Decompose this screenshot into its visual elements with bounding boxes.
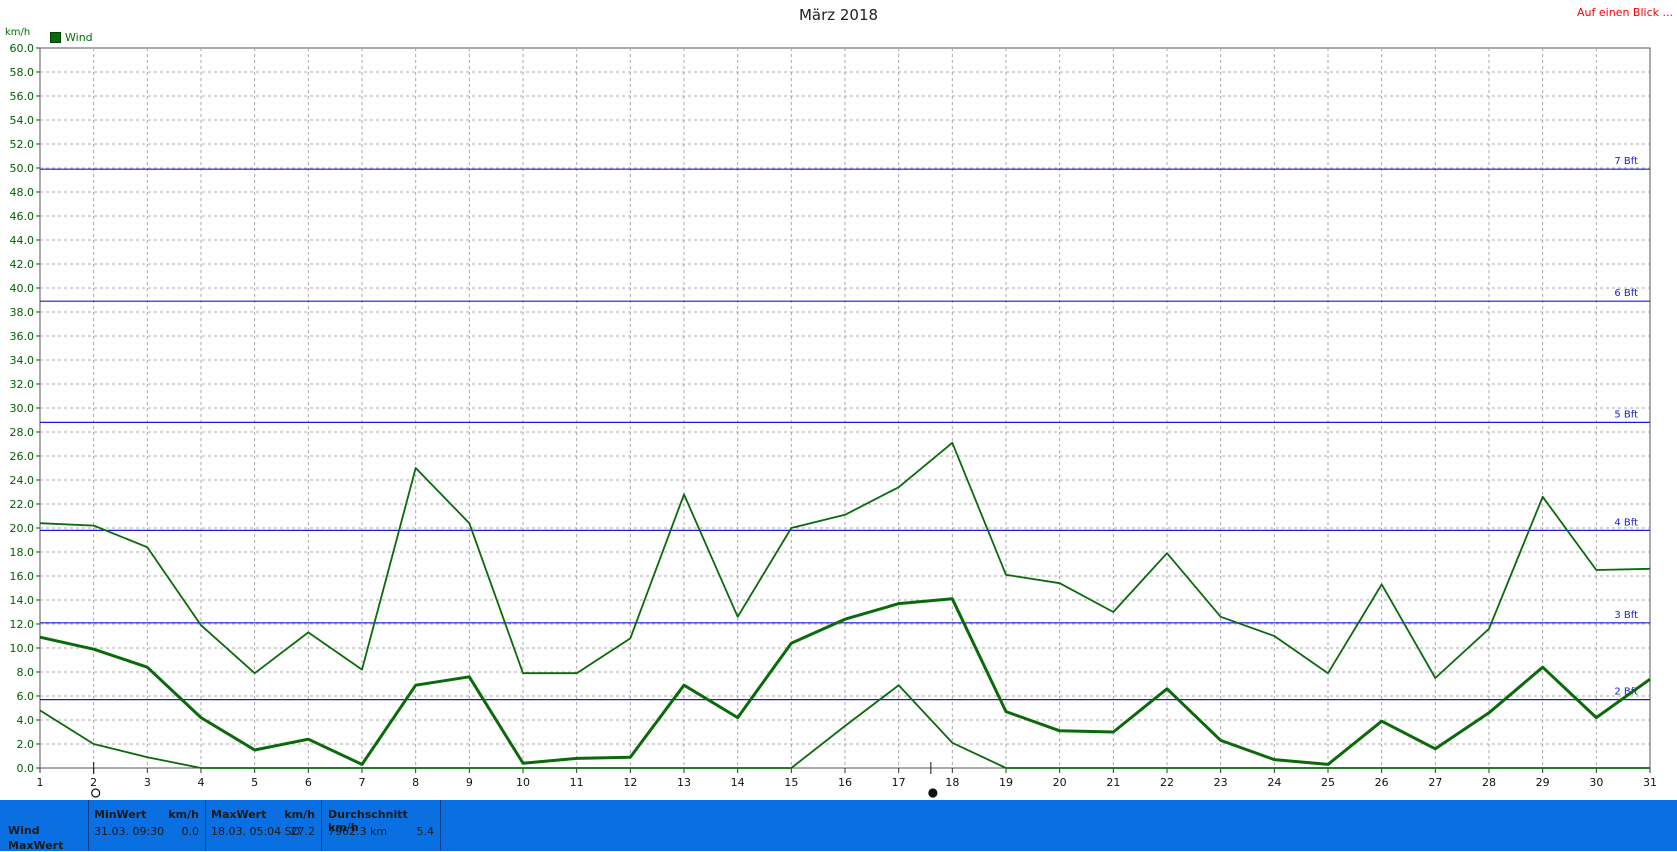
stats-min-unit: km/h bbox=[168, 808, 199, 821]
y-tick-label: 10.0 bbox=[10, 642, 35, 655]
beaufort-label: 4 Bft bbox=[1614, 517, 1638, 528]
x-tick-label: 7 bbox=[359, 776, 366, 789]
x-tick-label: 29 bbox=[1536, 776, 1550, 789]
y-tick-label: 40.0 bbox=[10, 282, 35, 295]
y-tick-label: 14.0 bbox=[10, 594, 35, 607]
stats-max-cell: MaxWert km/h 18.03. 05:04 SO 27.2 bbox=[205, 800, 322, 851]
min-marker-icon bbox=[91, 788, 101, 798]
y-tick-label: 30.0 bbox=[10, 402, 35, 415]
x-tick-label: 3 bbox=[144, 776, 151, 789]
y-tick-label: 34.0 bbox=[10, 354, 35, 367]
stats-row-label-maxwert: MaxWert bbox=[8, 839, 64, 852]
beaufort-label: 6 Bft bbox=[1614, 288, 1638, 299]
x-tick-label: 22 bbox=[1160, 776, 1174, 789]
x-tick-label: 11 bbox=[570, 776, 584, 789]
x-tick-label: 8 bbox=[412, 776, 419, 789]
x-tick-label: 10 bbox=[516, 776, 530, 789]
y-tick-label: 54.0 bbox=[10, 114, 35, 127]
x-tick-label: 6 bbox=[305, 776, 312, 789]
y-tick-label: 32.0 bbox=[10, 378, 35, 391]
y-unit-label: km/h bbox=[5, 27, 31, 38]
stats-min-time: 31.03. 09:30 bbox=[94, 825, 165, 838]
y-tick-label: 6.0 bbox=[17, 690, 35, 703]
x-tick-label: 21 bbox=[1106, 776, 1120, 789]
y-tick-label: 22.0 bbox=[10, 498, 35, 511]
beaufort-label: 7 Bft bbox=[1614, 156, 1638, 167]
x-tick-label: 1 bbox=[37, 776, 44, 789]
beaufort-label: 3 Bft bbox=[1614, 610, 1638, 621]
y-tick-label: 20.0 bbox=[10, 522, 35, 535]
x-tick-label: 25 bbox=[1321, 776, 1335, 789]
y-tick-label: 38.0 bbox=[10, 306, 35, 319]
x-tick-label: 5 bbox=[251, 776, 258, 789]
y-tick-label: 44.0 bbox=[10, 234, 35, 247]
x-tick-label: 28 bbox=[1482, 776, 1496, 789]
wind-chart: 0.0 2.0 4.0 6.0 8.0 10.0 12.0 14.0 16.0 18.0 20.0 2… bbox=[10, 42, 1657, 798]
y-tick-label: 24.0 bbox=[10, 474, 35, 487]
legend-swatch bbox=[50, 32, 61, 43]
y-tick-label: 46.0 bbox=[10, 210, 35, 223]
y-tick-label: 2.0 bbox=[17, 738, 35, 751]
stats-max-header: MaxWert bbox=[211, 808, 267, 821]
x-tick-label: 19 bbox=[999, 776, 1013, 789]
x-tick-label: 12 bbox=[623, 776, 637, 789]
stats-avg-cell: Durchschnitt km/h 7962.3 km 5.4 bbox=[322, 800, 441, 851]
overview-link[interactable]: Auf einen Blick ... bbox=[1577, 6, 1673, 19]
x-tick-label: 26 bbox=[1375, 776, 1389, 789]
x-tick-label: 30 bbox=[1589, 776, 1603, 789]
legend-label: Wind bbox=[65, 31, 93, 44]
y-tick-label: 52.0 bbox=[10, 138, 35, 151]
x-tick-label: 16 bbox=[838, 776, 852, 789]
stats-max-value: 27.2 bbox=[290, 825, 316, 838]
x-tick-label: 23 bbox=[1214, 776, 1228, 789]
stats-avg-value: 5.4 bbox=[416, 825, 435, 838]
x-tick-label: 13 bbox=[677, 776, 691, 789]
y-tick-label: 28.0 bbox=[10, 426, 35, 439]
y-tick-label: 16.0 bbox=[10, 570, 35, 583]
y-tick-label: 26.0 bbox=[10, 450, 35, 463]
y-tick-label: 18.0 bbox=[10, 546, 35, 559]
x-tick-label: 17 bbox=[892, 776, 906, 789]
x-tick-label: 14 bbox=[731, 776, 745, 789]
x-tick-label: 24 bbox=[1267, 776, 1281, 789]
y-tick-label: 50.0 bbox=[10, 162, 35, 175]
y-tick-label: 8.0 bbox=[17, 666, 35, 679]
x-tick-label: 15 bbox=[784, 776, 798, 789]
y-tick-label: 60.0 bbox=[10, 42, 35, 55]
stats-max-unit: km/h bbox=[284, 808, 315, 821]
x-tick-label: 31 bbox=[1643, 776, 1657, 789]
stats-max-time: 18.03. 05:04 SO bbox=[211, 825, 301, 838]
x-tick-label: 18 bbox=[945, 776, 959, 789]
y-tick-label: 0.0 bbox=[17, 762, 35, 775]
y-tick-label: 12.0 bbox=[10, 618, 35, 631]
beaufort-label: 5 Bft bbox=[1614, 409, 1638, 420]
x-tick-label: 20 bbox=[1053, 776, 1067, 789]
chart-title: März 2018 bbox=[798, 6, 879, 24]
y-tick-label: 56.0 bbox=[10, 90, 35, 103]
stats-min-header: MinWert bbox=[94, 808, 147, 821]
y-tick-label: 4.0 bbox=[17, 714, 35, 727]
x-tick-label: 27 bbox=[1428, 776, 1442, 789]
y-tick-label: 48.0 bbox=[10, 186, 35, 199]
stats-min-cell: MinWert km/h 31.03. 09:30 0.0 bbox=[88, 800, 206, 851]
stats-row-label-wind: Wind bbox=[8, 824, 40, 837]
x-tick-label: 9 bbox=[466, 776, 473, 789]
stats-avg-distance: 7962.3 km bbox=[328, 825, 388, 838]
y-tick-label: 58.0 bbox=[10, 66, 35, 79]
legend: Wind bbox=[50, 31, 93, 44]
y-tick-label: 36.0 bbox=[10, 330, 35, 343]
max-marker-icon bbox=[928, 788, 938, 798]
y-tick-label: 42.0 bbox=[10, 258, 35, 271]
x-tick-label: 2 bbox=[90, 776, 97, 789]
stats-panel: Wind MaxWert MinWert km/h 31.03. 09:30 0… bbox=[0, 800, 1677, 852]
x-tick-label: 4 bbox=[198, 776, 205, 789]
stats-min-value: 0.0 bbox=[181, 825, 200, 838]
